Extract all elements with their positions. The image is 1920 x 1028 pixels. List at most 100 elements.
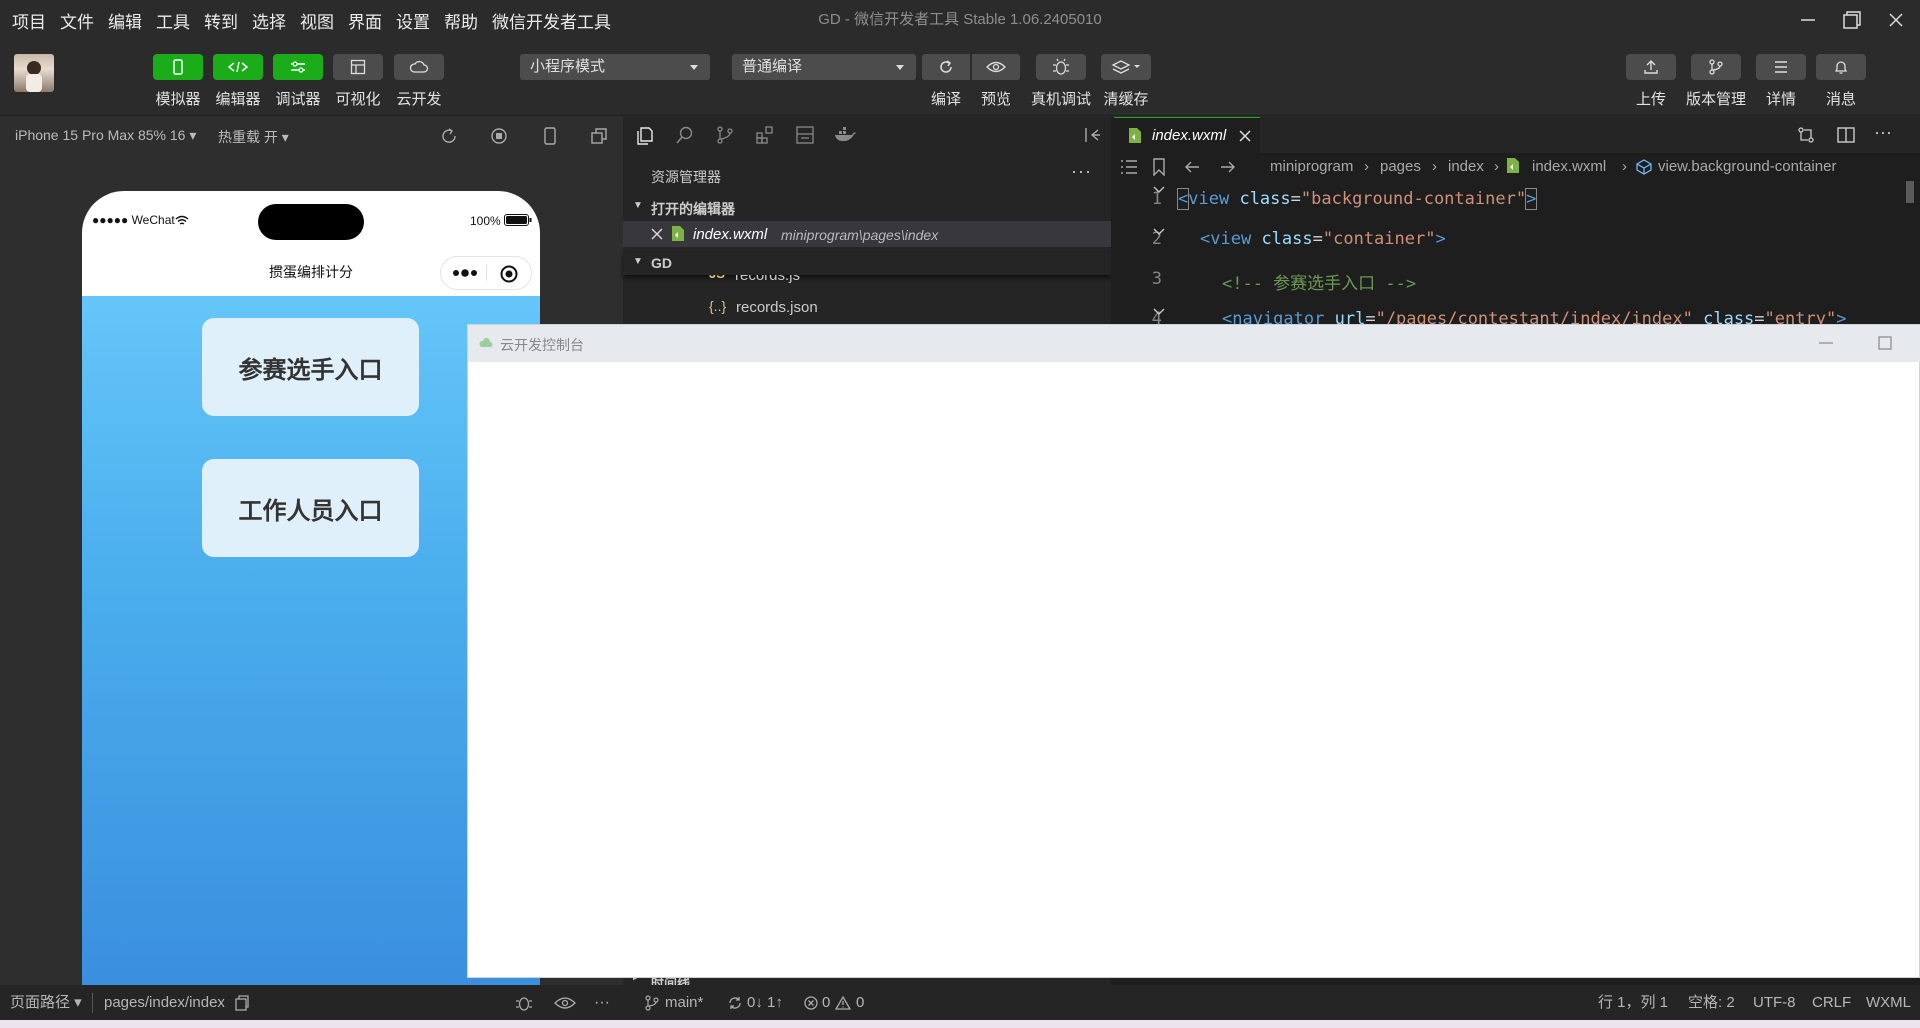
contestant-entry-button[interactable]: 参赛选手入口 <box>202 318 419 416</box>
search-icon[interactable] <box>675 125 695 145</box>
extensions-icon[interactable] <box>755 125 775 145</box>
menu-item-select[interactable]: 选择 <box>252 8 286 33</box>
breadcrumb-item[interactable]: index <box>1448 158 1484 175</box>
rotate-icon[interactable] <box>440 127 458 145</box>
messages-button[interactable] <box>1816 54 1866 80</box>
fold-chevron-icon[interactable] <box>1152 185 1166 195</box>
copy-icon[interactable] <box>234 995 250 1011</box>
breadcrumb-item[interactable]: miniprogram <box>1270 158 1353 175</box>
compile-select[interactable]: 普通编译 <box>732 54 916 80</box>
hot-reload-select[interactable]: 热重载 开 ▾ <box>218 127 289 147</box>
cursor-position[interactable]: 行 1，列 1 <box>1598 985 1668 1020</box>
split-editor-icon[interactable] <box>1836 125 1856 145</box>
project-folder-header[interactable]: ▼ GD <box>623 253 1111 275</box>
eye-icon[interactable] <box>554 995 576 1011</box>
fold-chevron-icon[interactable] <box>1152 307 1166 317</box>
menu-item-file[interactable]: 文件 <box>60 8 94 33</box>
simulator-toggle-button[interactable] <box>153 54 203 80</box>
device-select[interactable]: iPhone 15 Pro Max 85% 16 ▾ <box>15 127 196 144</box>
file-item-records-js[interactable]: JS records.js <box>623 275 1111 297</box>
bug-icon[interactable] <box>514 993 534 1013</box>
menu-item-edit[interactable]: 编辑 <box>108 8 142 33</box>
more-dots-icon[interactable] <box>451 268 479 278</box>
open-editors-header[interactable]: ▼ 打开的编辑器 <box>623 197 1111 219</box>
menu-item-interface[interactable]: 界面 <box>348 8 382 33</box>
more-actions-icon[interactable]: ··· <box>1874 122 1892 143</box>
compare-changes-icon[interactable] <box>1796 125 1816 145</box>
close-icon[interactable] <box>651 228 663 240</box>
editor-scrollbar[interactable] <box>1906 181 1914 203</box>
bookmark-icon[interactable] <box>1152 158 1166 176</box>
popout-icon[interactable] <box>590 127 608 145</box>
more-actions-icon[interactable]: ··· <box>594 985 610 1020</box>
page-path-select[interactable]: 页面路径 ▾ <box>10 985 82 1020</box>
staff-entry-button[interactable]: 工作人员入口 <box>202 459 419 557</box>
warning-icon <box>835 995 851 1010</box>
remote-debug-button[interactable] <box>1036 54 1086 80</box>
clear-cache-label: 清缓存 <box>1103 91 1149 108</box>
file-item-records-json[interactable]: {..} records.json <box>623 295 1111 321</box>
editor-toggle-button[interactable] <box>213 54 263 80</box>
cloud-dev-button[interactable] <box>394 54 444 80</box>
sync-status[interactable]: 0↓ 1↑ <box>747 985 783 1020</box>
upload-button[interactable] <box>1626 54 1676 80</box>
close-window-button[interactable] <box>1868 0 1920 40</box>
docker-icon[interactable] <box>833 125 857 145</box>
menu-item-tools[interactable]: 工具 <box>156 8 190 33</box>
menu-item-goto[interactable]: 转到 <box>204 8 238 33</box>
breadcrumb-item[interactable]: view.background-container <box>1658 158 1836 175</box>
fold-chevron-icon[interactable] <box>1152 227 1166 237</box>
debugger-toggle-button[interactable] <box>273 54 323 80</box>
breadcrumb-item[interactable]: pages <box>1380 158 1421 175</box>
menu-item-settings[interactable]: 设置 <box>396 8 430 33</box>
encoding[interactable]: UTF-8 <box>1753 985 1796 1020</box>
layers-icon <box>1111 60 1140 74</box>
minimize-icon[interactable] <box>1818 337 1834 349</box>
line-ending[interactable]: CRLF <box>1812 985 1851 1020</box>
cloud-dev-label: 云开发 <box>396 91 442 108</box>
storage-icon[interactable] <box>795 125 815 145</box>
open-editor-item[interactable]: index.wxml miniprogram\pages\index <box>623 221 1111 247</box>
close-miniprogram-icon[interactable] <box>499 264 519 284</box>
outline-list-icon[interactable] <box>1120 159 1138 175</box>
compile-button[interactable] <box>922 54 970 80</box>
cloud-console-title: 云开发控制台 <box>500 337 584 353</box>
warning-count[interactable]: 0 <box>856 985 864 1020</box>
source-control-icon[interactable] <box>715 125 735 145</box>
language-mode[interactable]: WXML <box>1866 985 1911 1020</box>
phone-frame-icon[interactable] <box>542 127 558 145</box>
element-cube-icon <box>1636 159 1652 175</box>
forward-arrow-icon[interactable] <box>1220 159 1236 175</box>
menu-item-help[interactable]: 帮助 <box>444 8 478 33</box>
menu-item-view[interactable]: 视图 <box>300 8 334 33</box>
device-select-value: iPhone 15 Pro Max 85% 16 <box>15 127 186 143</box>
sync-icon[interactable] <box>727 995 743 1011</box>
tab-index-wxml[interactable]: index.wxml <box>1114 117 1260 153</box>
files-icon[interactable] <box>635 125 655 145</box>
visual-toggle-button[interactable] <box>333 54 383 80</box>
cloud-console-titlebar[interactable]: 云开发控制台 <box>468 325 1920 362</box>
breadcrumb-item[interactable]: index.wxml <box>1532 158 1606 175</box>
error-count[interactable]: 0 <box>822 985 830 1020</box>
menu-item-devtools[interactable]: 微信开发者工具 <box>492 8 611 33</box>
window-title: GD - 微信开发者工具 Stable 1.06.2405010 <box>818 11 1102 28</box>
collapse-panel-icon[interactable] <box>1083 126 1101 144</box>
editor-tabs: index.wxml ··· <box>1114 117 1920 153</box>
maximize-icon[interactable] <box>1878 336 1892 350</box>
code-line: <!-- 参赛选手入口 --> <box>1222 274 1417 294</box>
preview-button[interactable] <box>972 54 1020 80</box>
version-control-button[interactable] <box>1691 54 1741 80</box>
more-actions-icon[interactable]: ··· <box>1071 161 1092 182</box>
mode-select[interactable]: 小程序模式 <box>520 54 710 80</box>
stop-icon[interactable] <box>490 127 508 145</box>
git-branch[interactable]: main* <box>665 985 703 1020</box>
user-avatar[interactable] <box>14 54 54 92</box>
menu-item-project[interactable]: 项目 <box>12 8 46 33</box>
clear-cache-button[interactable] <box>1101 54 1151 80</box>
sliders-icon <box>291 61 305 73</box>
back-arrow-icon[interactable] <box>1184 159 1200 175</box>
open-editors-label: 打开的编辑器 <box>651 201 735 217</box>
details-button[interactable] <box>1756 54 1806 80</box>
close-icon[interactable] <box>1239 130 1251 142</box>
indentation[interactable]: 空格: 2 <box>1688 985 1735 1020</box>
